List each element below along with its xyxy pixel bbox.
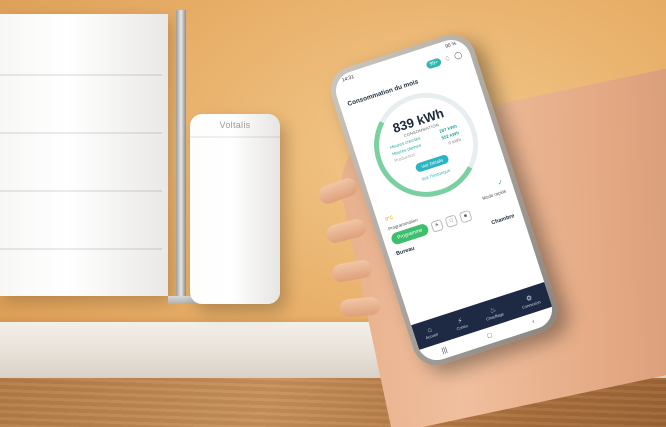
energy-controller-box: Voltalis bbox=[190, 114, 280, 304]
plane-icon[interactable]: ✈ bbox=[430, 218, 445, 233]
radiator-fin bbox=[0, 74, 162, 76]
home-button-icon[interactable]: □ bbox=[487, 332, 493, 340]
gauge-content: 839 kWh CONSOMMATION Heures creuses 287 … bbox=[374, 93, 477, 196]
nav-item-conso[interactable]: ⚡ Conso bbox=[453, 315, 469, 331]
bell-icon[interactable]: ♢ bbox=[443, 54, 452, 64]
schedule-icon[interactable]: □ bbox=[444, 213, 459, 228]
device-logo: Voltalis bbox=[219, 120, 251, 130]
room-second[interactable]: Chambre bbox=[491, 213, 516, 226]
radiator-fin bbox=[0, 132, 162, 134]
radiator-fin bbox=[0, 248, 162, 250]
temperature: 9°C bbox=[384, 214, 395, 223]
row-value: 0 kWh bbox=[447, 136, 462, 146]
radiator-pipe bbox=[176, 10, 186, 302]
nav-item-home[interactable]: ⌂ Accueil bbox=[423, 325, 439, 340]
room-first[interactable]: Bureau bbox=[396, 246, 416, 258]
status-time: 14:31 bbox=[341, 73, 355, 84]
menu-icon[interactable]: ||| bbox=[441, 346, 448, 354]
radiator bbox=[0, 14, 168, 296]
nav-item-heating[interactable]: ♨ Chauffage bbox=[483, 303, 504, 321]
check-icon: ✓ bbox=[496, 178, 505, 188]
status-battery: 90 % bbox=[444, 40, 458, 50]
back-icon[interactable]: ‹ bbox=[531, 318, 535, 325]
nav-item-connection[interactable]: ⚙ Connexion bbox=[519, 291, 541, 309]
photo-scene: Voltalis 14:31 90 % 99+ ♢ ◯ Consommation… bbox=[0, 0, 666, 427]
bag-icon[interactable]: ■ bbox=[458, 209, 473, 224]
user-icon[interactable]: ◯ bbox=[453, 51, 463, 60]
radiator-fin bbox=[0, 190, 162, 192]
